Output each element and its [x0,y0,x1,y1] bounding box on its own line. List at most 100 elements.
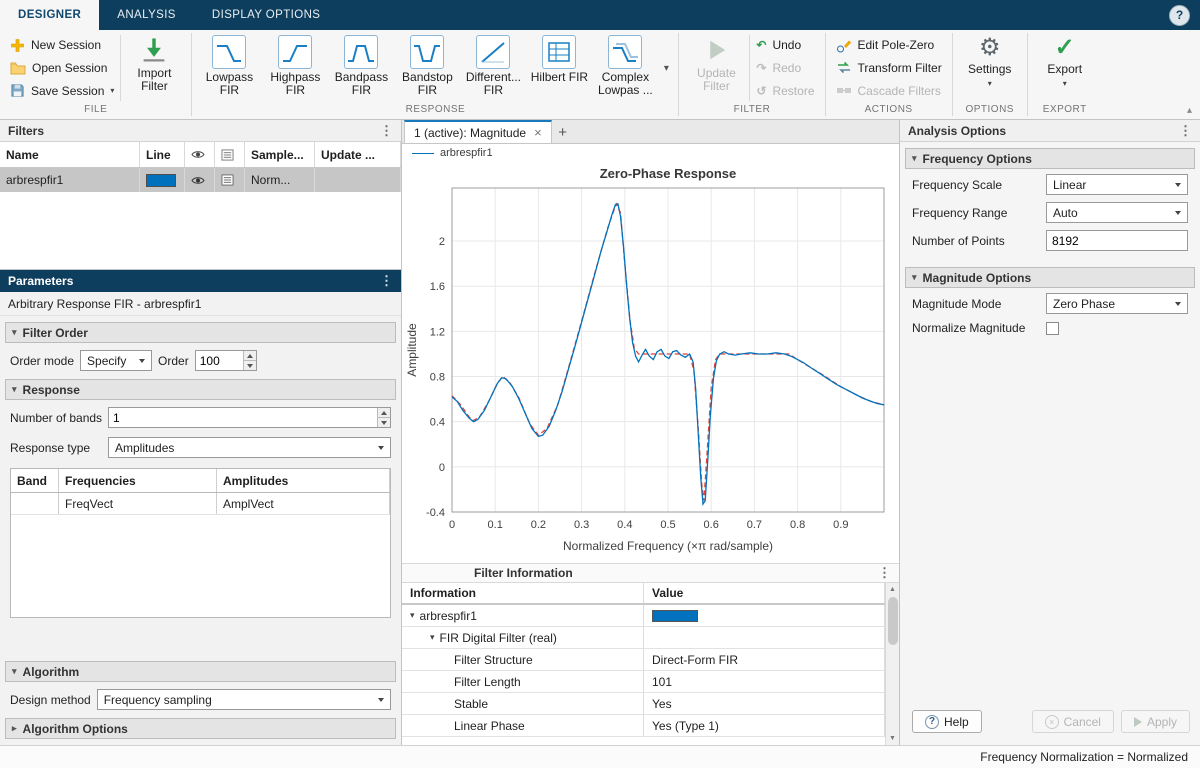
frequency-range-dropdown[interactable]: Auto [1046,202,1188,223]
filters-menu-icon[interactable]: ⋮ [380,123,393,139]
table-row[interactable]: Linear Phase Yes (Type 1) [402,715,885,737]
tab-designer[interactable]: DESIGNER [0,0,99,30]
collapse-ribbon-icon[interactable]: ▴ [1187,105,1192,116]
sample-mode-cell[interactable]: Norm... [245,168,315,192]
scroll-up-icon[interactable]: ▲ [889,583,896,596]
order-stepper[interactable] [195,350,257,371]
open-session-button[interactable]: Open Session [6,58,118,78]
info-cell[interactable] [215,168,245,192]
table-row[interactable]: Filter Length 101 [402,671,885,693]
frequencies-cell[interactable]: FreqVect [59,493,217,514]
band-cell[interactable] [11,493,59,514]
column-info[interactable] [215,142,245,167]
order-mode-dropdown[interactable]: Specify [80,350,152,371]
undo-button[interactable]: ↶ Undo [752,35,818,55]
apply-button[interactable]: Apply [1121,710,1190,733]
column-value[interactable]: Value [644,583,885,603]
redo-button[interactable]: ↷ Redo [752,58,818,78]
line-color-swatch[interactable] [652,610,698,622]
save-session-button[interactable]: Save Session ▾ [6,81,118,101]
document-tab-magnitude[interactable]: 1 (active): Magnitude × [404,120,552,143]
scroll-down-icon[interactable]: ▼ [889,732,896,745]
complex-lowpass-fir-button[interactable]: ComplexLowpas ... [592,32,658,104]
line-color-cell[interactable] [140,168,185,192]
stepper-buttons[interactable] [243,351,256,370]
table-row[interactable]: ▾arbrespfir1 [402,605,885,627]
response-type-dropdown[interactable]: Amplitudes [108,437,391,458]
tab-display-options[interactable]: DISPLAY OPTIONS [194,0,338,30]
edit-pole-zero-button[interactable]: Edit Pole-Zero [832,35,946,55]
update-mode-cell[interactable] [315,168,401,192]
magnitude-options-section-header[interactable]: ▾ Magnitude Options [905,267,1195,288]
table-row[interactable]: ▾FIR Digital Filter (real) [402,627,885,649]
frequency-range-label: Frequency Range [912,206,1046,220]
design-method-label: Design method [10,693,91,707]
table-row[interactable]: Stable Yes [402,693,885,715]
frequency-options-title: Frequency Options [923,152,1032,166]
bandstop-fir-button[interactable]: BandstopFIR [394,32,460,104]
column-amplitudes: Amplitudes [217,469,390,492]
new-session-button[interactable]: New Session [6,35,118,55]
order-input[interactable] [196,351,243,370]
response-section-header[interactable]: ▾ Response [5,379,396,400]
bandpass-fir-button[interactable]: BandpassFIR [328,32,394,104]
column-line[interactable]: Line [140,142,185,167]
transform-filter-button[interactable]: Transform Filter [832,58,946,78]
magnitude-mode-dropdown[interactable]: Zero Phase [1046,293,1188,314]
cascade-filters-button[interactable]: Cascade Filters [832,81,946,101]
normalize-magnitude-checkbox[interactable] [1046,322,1059,335]
settings-button[interactable]: ⚙ Settings▾ [957,32,1023,104]
export-button[interactable]: ✓ Export▾ [1032,32,1098,104]
table-row[interactable]: Filter Structure Direct-Form FIR [402,649,885,671]
filter-information-menu-icon[interactable]: ⋮ [878,565,891,581]
amplitudes-cell[interactable]: AmplVect [217,493,390,514]
parameters-menu-icon[interactable]: ⋮ [380,273,393,289]
expander-icon[interactable]: ▾ [430,632,435,643]
tab-analysis[interactable]: ANALYSIS [99,0,194,30]
line-color-swatch[interactable] [146,174,176,187]
add-tab-button[interactable]: + [552,121,574,143]
save-session-dropdown-icon[interactable]: ▾ [110,86,114,95]
help-button[interactable]: ? Help [912,710,982,733]
column-information[interactable]: Information [402,583,644,603]
number-of-points-input[interactable] [1047,234,1187,248]
vertical-scrollbar[interactable]: ▲ ▼ [885,583,899,745]
frequency-options-section-header[interactable]: ▾ Frequency Options [905,148,1195,169]
help-icon[interactable]: ? [1169,5,1190,26]
scrollbar-thumb[interactable] [888,597,898,645]
restore-button[interactable]: ↺ Restore [752,81,818,101]
hilbert-fir-button[interactable]: Hilbert FIR [526,32,592,104]
close-icon[interactable]: × [534,126,542,139]
parameters-header: Parameters ⋮ [0,270,401,292]
import-filter-button[interactable]: ImportFilter [121,32,187,104]
frequency-scale-dropdown[interactable]: Linear [1046,174,1188,195]
column-name[interactable]: Name [0,142,140,167]
bands-input[interactable] [109,408,377,427]
number-of-points-field[interactable] [1046,230,1188,251]
update-filter-button[interactable]: UpdateFilter [683,32,749,104]
column-update[interactable]: Update ... [315,142,401,167]
design-method-dropdown[interactable]: Frequency sampling [97,689,391,710]
lowpass-fir-button[interactable]: LowpassFIR [196,32,262,104]
svg-text:0.8: 0.8 [430,372,445,384]
filter-order-section-header[interactable]: ▾ Filter Order [5,322,396,343]
highpass-fir-button[interactable]: HighpassFIR [262,32,328,104]
column-visibility[interactable] [185,142,215,167]
stepper-buttons[interactable] [377,408,390,427]
filter-information-table: Information Value ▾arbrespfir1 ▾FIR Digi… [402,583,899,745]
response-gallery-expand-icon[interactable]: ▾ [658,32,674,104]
column-sample[interactable]: Sample... [245,142,315,167]
response-plot[interactable]: 00.10.20.30.40.50.60.70.80.9-0.400.40.81… [402,162,898,560]
bands-stepper[interactable] [108,407,391,428]
algorithm-options-section-header[interactable]: ▸ Algorithm Options [5,718,396,739]
visibility-cell[interactable] [185,168,215,192]
analysis-options-menu-icon[interactable]: ⋮ [1179,123,1192,139]
expander-icon[interactable]: ▾ [410,610,415,621]
algorithm-section-header[interactable]: ▾ Algorithm [5,661,396,682]
differentiator-fir-button[interactable]: Different...FIR [460,32,526,104]
cancel-button[interactable]: × Cancel [1032,710,1114,733]
band-table-row[interactable]: FreqVect AmplVect [11,493,390,515]
panel-action-buttons: ? Help × Cancel Apply [900,710,1200,745]
response-type-value: Amplitudes [115,441,174,455]
filter-row-arbrespfir1[interactable]: arbrespfir1 Norm... [0,168,401,192]
